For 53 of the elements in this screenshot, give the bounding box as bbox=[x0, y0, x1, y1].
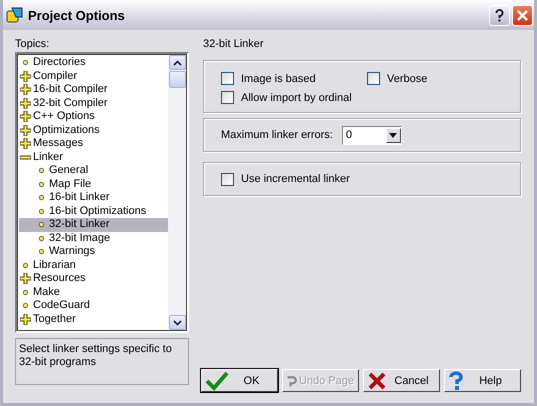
tree-item-label: Linker bbox=[33, 150, 63, 164]
tree-item-label: Librarian bbox=[33, 258, 76, 272]
tree-item[interactable]: Warnings bbox=[19, 245, 168, 258]
tree-item[interactable]: General bbox=[19, 164, 168, 178]
tree-item[interactable]: 16-bit Optimizations bbox=[19, 204, 168, 218]
tree-item[interactable]: Librarian bbox=[19, 258, 168, 272]
dialog-button[interactable]: OK bbox=[201, 369, 278, 392]
tree-item-label: Resources bbox=[33, 272, 86, 286]
tree-item-label: 32-bit Compiler bbox=[33, 96, 108, 110]
tree-item[interactable]: 32-bit Linker bbox=[19, 218, 168, 232]
tree-item[interactable]: Resources bbox=[19, 272, 168, 286]
tree-item-label: 16-bit Linker bbox=[49, 191, 110, 204]
tree-item[interactable]: Together bbox=[19, 312, 168, 326]
tree-item[interactable]: Directories bbox=[19, 56, 168, 70]
dialog-button[interactable]: Help bbox=[444, 369, 521, 392]
tree-item[interactable]: CodeGuard bbox=[19, 299, 168, 312]
tree-item-label: Together bbox=[33, 312, 76, 326]
tree-item[interactable]: 16-bit Compiler bbox=[19, 83, 168, 96]
max-errors-label: Maximum linker errors: bbox=[221, 129, 333, 141]
tree-item[interactable]: Linker bbox=[19, 150, 168, 164]
checkbox[interactable]: Allow import by ordinal bbox=[221, 91, 352, 104]
tree-item-label: Make bbox=[33, 286, 60, 299]
page-title: 32-bit Linker bbox=[203, 38, 265, 50]
max-errors-dropdown[interactable]: 0 bbox=[342, 126, 402, 144]
dialog-button[interactable]: Cancel bbox=[363, 369, 440, 392]
tree-item[interactable]: Compiler bbox=[19, 70, 168, 83]
tree-item[interactable]: Make bbox=[19, 286, 168, 299]
tree-item-label: General bbox=[49, 164, 88, 178]
tree-item-label: 32-bit Image bbox=[49, 232, 110, 245]
tree-item-label: C++ Options bbox=[33, 110, 95, 124]
tree-item-label: 16-bit Optimizations bbox=[49, 204, 146, 218]
tree-item[interactable]: 32-bit Compiler bbox=[19, 96, 168, 110]
tree-item-label: Optimizations bbox=[33, 124, 100, 137]
checkbox[interactable]: Verbose bbox=[367, 72, 428, 85]
tree-item-label: Warnings bbox=[49, 245, 96, 258]
tree-item-label: 16-bit Compiler bbox=[33, 83, 108, 96]
tree-item[interactable]: Map File bbox=[19, 178, 168, 191]
tree-item[interactable]: Messages bbox=[19, 137, 168, 150]
tree-item[interactable]: Optimizations bbox=[19, 124, 168, 137]
checkbox[interactable]: Image is based bbox=[221, 72, 316, 85]
tree-item-label: Map File bbox=[49, 178, 92, 191]
tree-item-label: Directories bbox=[33, 56, 86, 70]
tree-item[interactable]: 16-bit Linker bbox=[19, 191, 168, 204]
topics-label: Topics: bbox=[15, 38, 50, 50]
description-text: Select linker settings specific to 32-bit programs bbox=[19, 343, 172, 368]
tree-item-label: 32-bit Linker bbox=[49, 218, 110, 232]
checkbox[interactable]: Use incremental linker bbox=[221, 172, 350, 186]
window-title: Project Options bbox=[28, 8, 126, 22]
tree-item[interactable]: 32-bit Image bbox=[19, 232, 168, 245]
tree-item[interactable]: C++ Options bbox=[19, 110, 168, 124]
tree-item-label: Compiler bbox=[33, 70, 78, 83]
tree-item-label: Messages bbox=[33, 137, 84, 150]
tree-item-label: CodeGuard bbox=[33, 299, 90, 312]
